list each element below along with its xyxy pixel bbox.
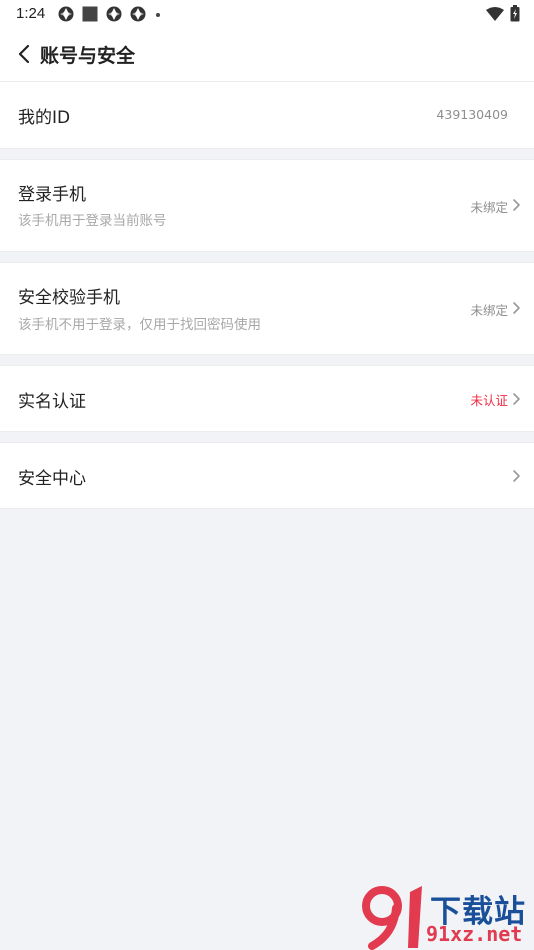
login-phone-subtitle: 该手机用于登录当前账号 bbox=[18, 213, 167, 229]
91-logo bbox=[362, 886, 422, 950]
chevron-right-icon bbox=[513, 393, 520, 405]
dot-icon bbox=[156, 13, 160, 17]
login-phone-row[interactable]: 登录手机 该手机用于登录当前账号 未绑定 bbox=[0, 159, 534, 252]
my-id-label: 我的ID bbox=[18, 108, 71, 128]
aperture-icon bbox=[130, 6, 146, 22]
security-center-row[interactable]: 安全中心 bbox=[0, 442, 534, 509]
my-id-value: 439130409 bbox=[436, 107, 508, 122]
chevron-right-icon bbox=[513, 470, 520, 482]
verify-phone-label: 安全校验手机 bbox=[18, 288, 120, 308]
real-name-label: 实名认证 bbox=[18, 392, 86, 412]
chevron-right-icon bbox=[513, 199, 520, 211]
status-icons-right bbox=[486, 5, 520, 22]
status-bar: 1:24 bbox=[0, 0, 534, 28]
verify-phone-row[interactable]: 安全校验手机 该手机不用于登录，仅用于找回密码使用 未绑定 bbox=[0, 262, 534, 355]
login-phone-status: 未绑定 bbox=[470, 200, 508, 215]
aperture-icon bbox=[106, 6, 122, 22]
chevron-right-icon bbox=[513, 302, 520, 314]
status-time: 1:24 bbox=[16, 5, 46, 22]
aperture-icon bbox=[58, 6, 74, 22]
security-center-label: 安全中心 bbox=[18, 469, 86, 489]
verify-phone-subtitle: 该手机不用于登录，仅用于找回密码使用 bbox=[18, 317, 261, 333]
back-button[interactable] bbox=[10, 40, 38, 68]
square-notification-icon bbox=[82, 6, 98, 22]
battery-charging-icon bbox=[510, 5, 520, 22]
verify-phone-status: 未绑定 bbox=[470, 303, 508, 318]
real-name-row[interactable]: 实名认证 未认证 bbox=[0, 365, 534, 432]
app-bar: 账号与安全 bbox=[0, 28, 534, 82]
wifi-icon bbox=[486, 6, 504, 21]
login-phone-label: 登录手机 bbox=[18, 185, 86, 205]
status-icons-left bbox=[58, 6, 162, 22]
watermark-url: 91xz.net bbox=[426, 922, 523, 946]
my-id-row: 我的ID 439130409 bbox=[0, 82, 534, 149]
real-name-status: 未认证 bbox=[470, 393, 508, 408]
watermark: 下载站 91xz.net bbox=[360, 886, 532, 950]
chevron-left-icon bbox=[18, 44, 30, 64]
page-title: 账号与安全 bbox=[40, 45, 136, 67]
